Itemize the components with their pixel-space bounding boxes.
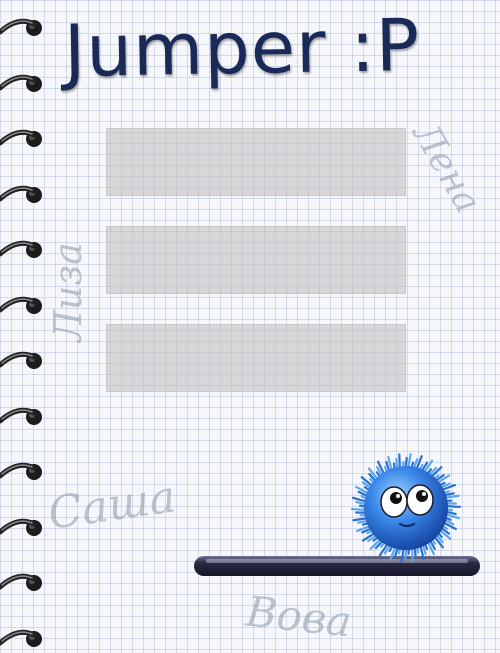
scribble-liza: Лиза	[46, 242, 90, 342]
spiral-ring-icon	[0, 12, 46, 42]
menu-slot-2[interactable]	[106, 226, 406, 294]
spiral-ring-icon	[0, 290, 46, 320]
game-screen: Jumper :P Лена Лиза Саша Вова	[0, 0, 500, 650]
scribble-sasha: Саша	[45, 471, 179, 539]
spiral-ring-icon	[0, 179, 46, 209]
spiral-ring-icon	[0, 68, 46, 98]
game-title: Jumper :P	[63, 3, 421, 93]
menu-slot-1[interactable]	[106, 128, 406, 196]
spiral-ring-icon	[0, 456, 46, 486]
spiral-ring-icon	[0, 623, 46, 653]
spiral-ring-icon	[0, 512, 46, 542]
spiral-ring-icon	[0, 345, 46, 375]
spiral-ring-icon	[0, 234, 46, 264]
menu-slot-3[interactable]	[106, 324, 406, 392]
scribble-lena: Лена	[404, 116, 488, 220]
spiral-ring-icon	[0, 567, 46, 597]
spiral-ring-icon	[0, 401, 46, 431]
spiral-binding	[0, 0, 48, 650]
scribble-vova: Вова	[244, 587, 354, 647]
fuzzy-monster-icon[interactable]	[344, 452, 468, 564]
spiral-ring-icon	[0, 123, 46, 153]
